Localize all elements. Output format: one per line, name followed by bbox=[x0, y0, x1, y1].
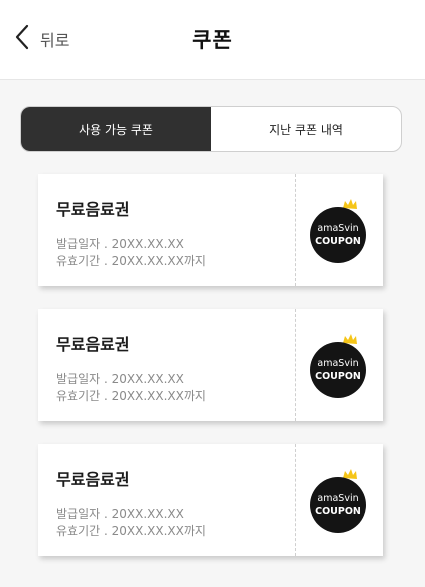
coupon-info: 무료음료권 발급일자 . 20XX.XX.XX 유효기간 . 20XX.XX.X… bbox=[38, 309, 296, 421]
coupon-issue-date: 발급일자 . 20XX.XX.XX bbox=[56, 507, 184, 521]
coupon-badge: amaSvin COUPON bbox=[296, 174, 383, 286]
page-title: 쿠폰 bbox=[192, 28, 233, 52]
coupon-issue-date: 발급일자 . 20XX.XX.XX bbox=[56, 237, 184, 251]
coupon-valid-until: 유효기간 . 20XX.XX.XX까지 bbox=[56, 254, 206, 268]
coupon-info: 무료음료권 발급일자 . 20XX.XX.XX 유효기간 . 20XX.XX.X… bbox=[38, 444, 296, 556]
coupon-title: 무료음료권 bbox=[56, 470, 130, 489]
crown-icon bbox=[342, 334, 357, 344]
coupon-info: 무료음료권 발급일자 . 20XX.XX.XX 유효기간 . 20XX.XX.X… bbox=[38, 174, 296, 286]
coupon-issue-date: 발급일자 . 20XX.XX.XX bbox=[56, 372, 184, 386]
badge-coupon-text: COUPON bbox=[315, 371, 361, 382]
coupon-valid-until: 유효기간 . 20XX.XX.XX까지 bbox=[56, 524, 206, 538]
coupon-valid-until: 유효기간 . 20XX.XX.XX까지 bbox=[56, 389, 206, 403]
coupon-card[interactable]: 무료음료권 발급일자 . 20XX.XX.XX 유효기간 . 20XX.XX.X… bbox=[38, 309, 383, 421]
coupon-tabs: 사용 가능 쿠폰 지난 쿠폰 내역 bbox=[20, 106, 402, 152]
badge-brand-text: amaSvin bbox=[317, 358, 358, 369]
coupon-card[interactable]: 무료음료권 발급일자 . 20XX.XX.XX 유효기간 . 20XX.XX.X… bbox=[38, 174, 383, 286]
badge-brand-text: amaSvin bbox=[317, 223, 358, 234]
crown-icon bbox=[342, 199, 357, 209]
badge-coupon-text: COUPON bbox=[315, 506, 361, 517]
coupon-title: 무료음료권 bbox=[56, 335, 130, 354]
coupon-badge: amaSvin COUPON bbox=[296, 309, 383, 421]
coupon-title: 무료음료권 bbox=[56, 200, 130, 219]
crown-icon bbox=[342, 469, 357, 479]
badge-brand-text: amaSvin bbox=[317, 493, 358, 504]
badge-coupon-text: COUPON bbox=[315, 236, 361, 247]
coupon-badge: amaSvin COUPON bbox=[296, 444, 383, 556]
tab-available-coupons[interactable]: 사용 가능 쿠폰 bbox=[21, 107, 211, 151]
coupon-card[interactable]: 무료음료권 발급일자 . 20XX.XX.XX 유효기간 . 20XX.XX.X… bbox=[38, 444, 383, 556]
header-bar: 뒤로 쿠폰 bbox=[0, 0, 425, 80]
tab-past-coupons[interactable]: 지난 쿠폰 내역 bbox=[211, 107, 401, 151]
